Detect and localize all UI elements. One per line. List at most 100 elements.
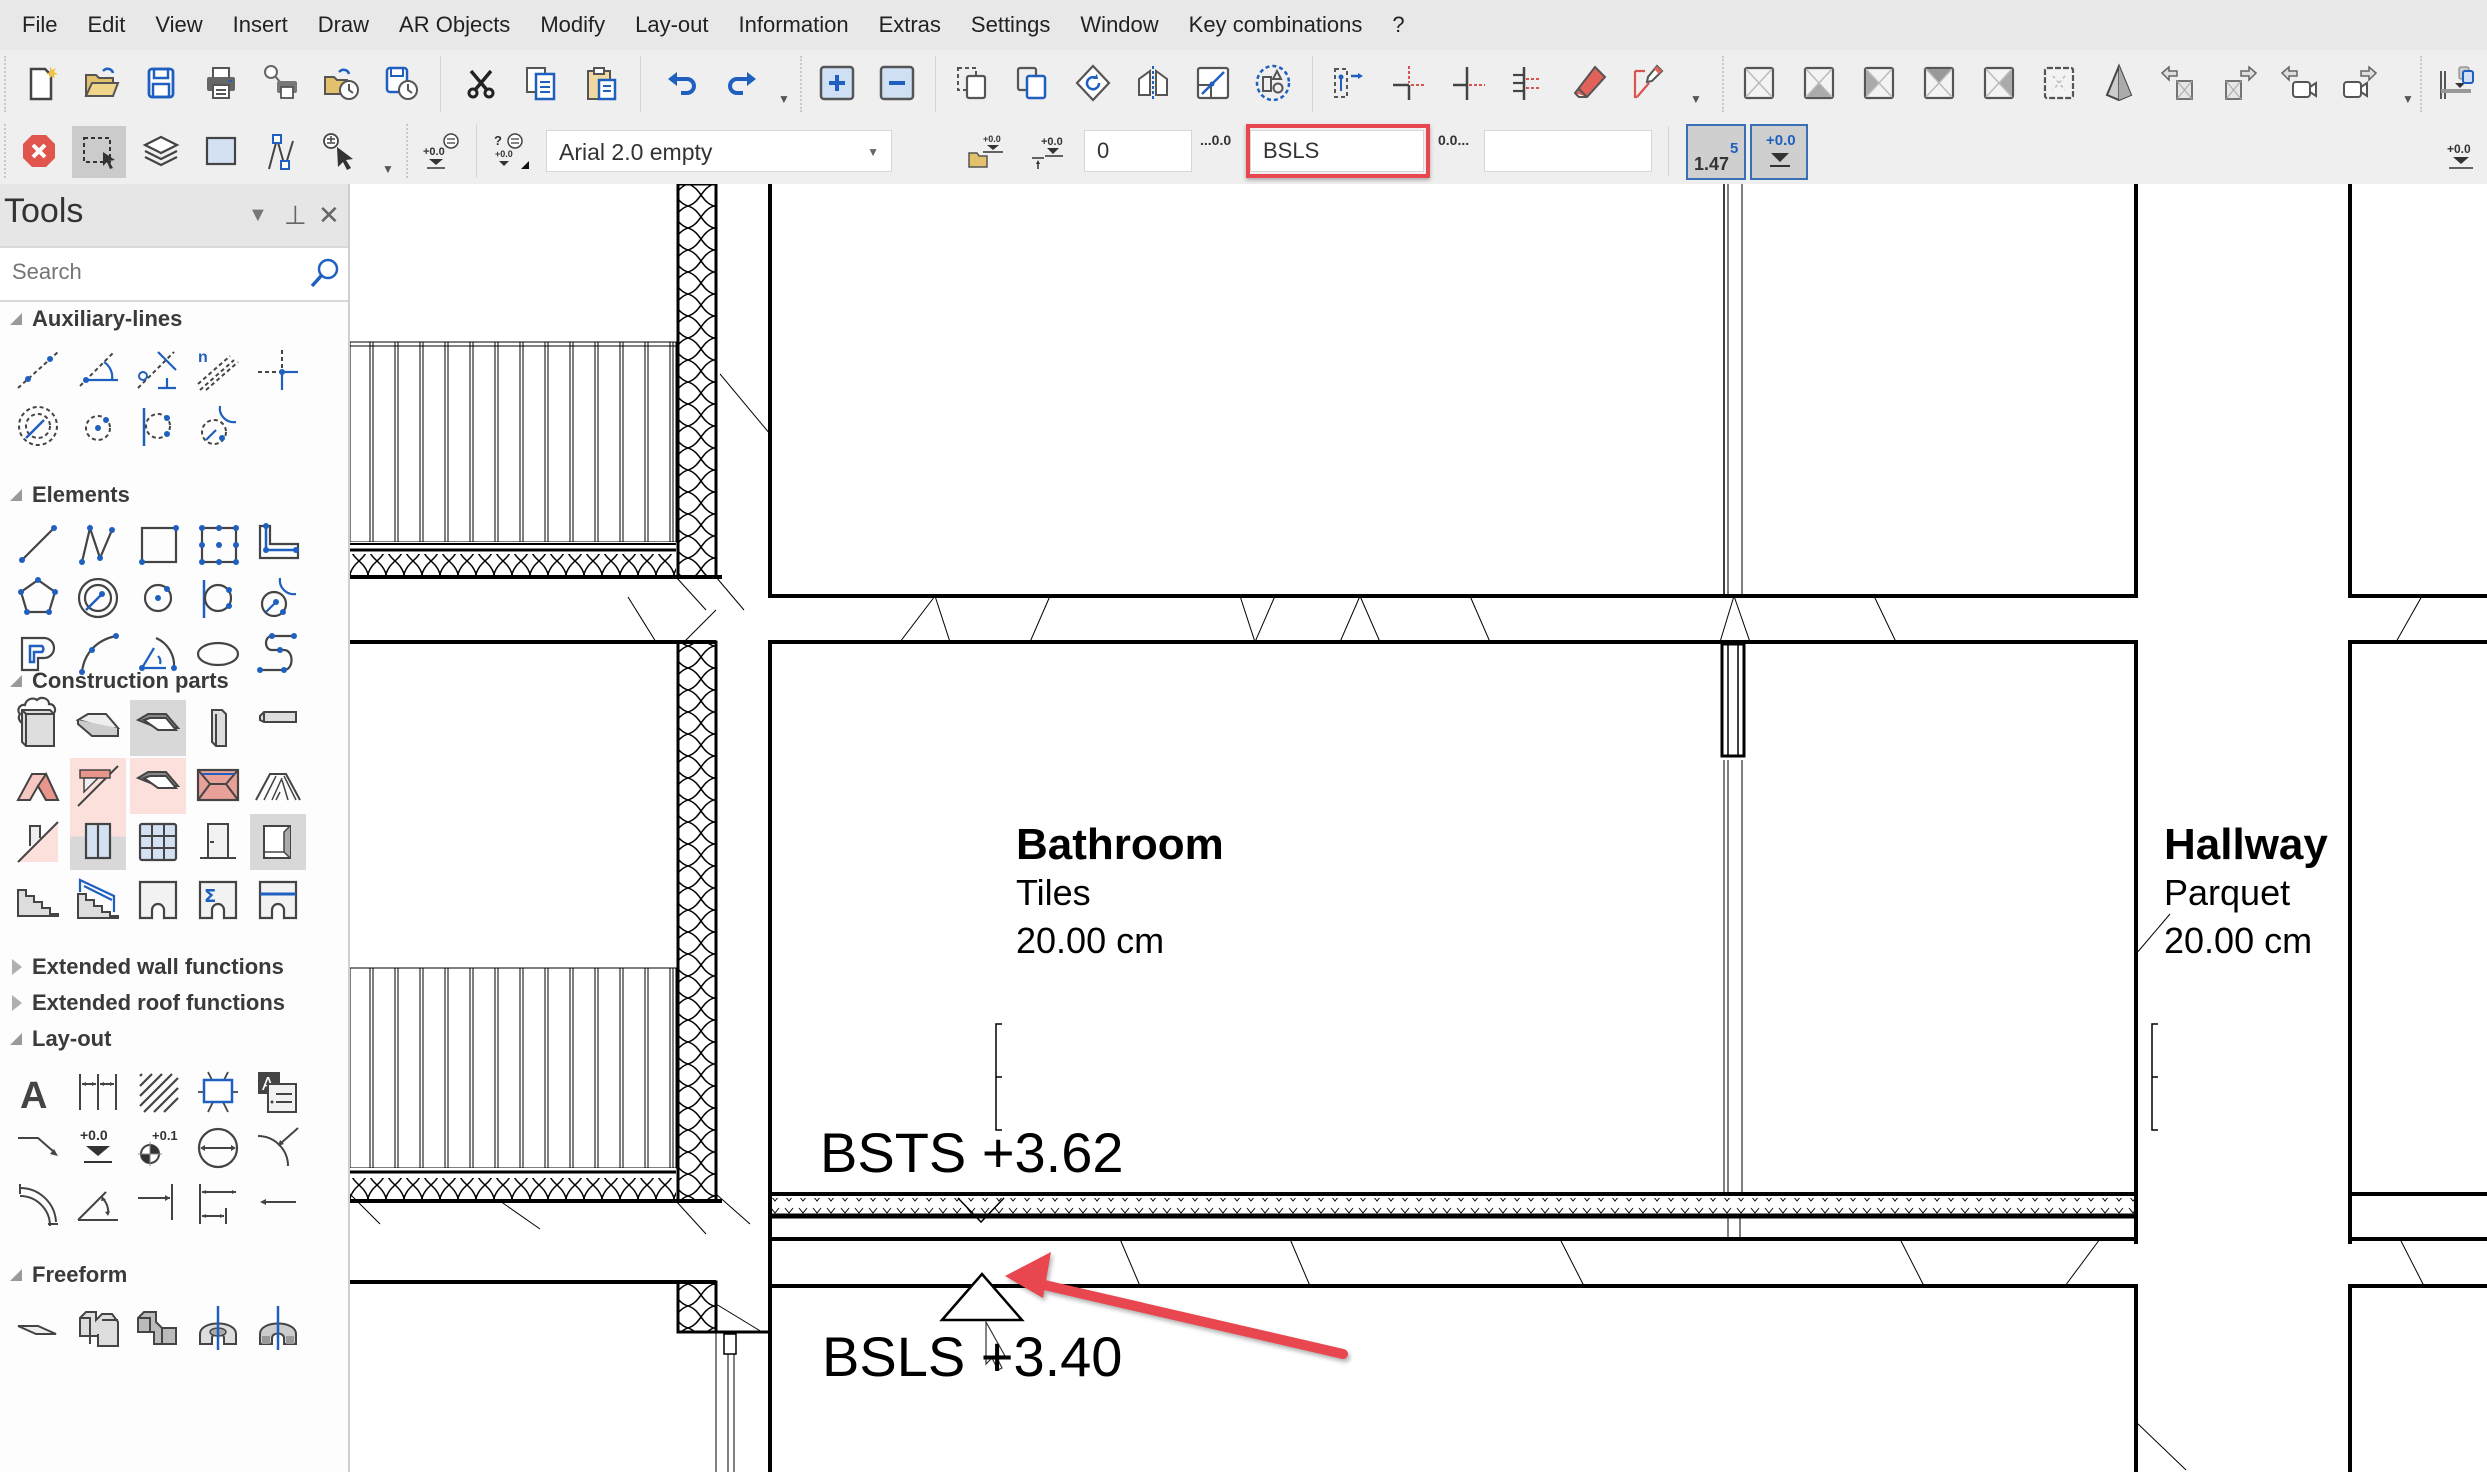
diameter-dimension-icon[interactable] (190, 1120, 246, 1176)
trim-line-icon[interactable] (1446, 60, 1492, 106)
room-label-bathroom[interactable]: Bathroom Tiles 20.00 cm (1016, 820, 1224, 962)
undo-icon[interactable] (660, 60, 706, 106)
revolve-solid-icon[interactable] (250, 1300, 306, 1356)
view-left-icon[interactable] (1856, 60, 1902, 106)
next-view-icon[interactable] (2216, 60, 2262, 106)
roof-window-icon[interactable] (70, 758, 126, 814)
single-dimension-icon[interactable] (130, 1176, 186, 1232)
height-input[interactable] (1084, 130, 1192, 172)
section-extended-roof-functions[interactable]: Extended roof functions (0, 990, 285, 1016)
edit-dropdown-icon[interactable]: ▼ (1690, 92, 1702, 106)
perspective-icon[interactable] (2096, 60, 2142, 106)
mirror-icon[interactable] (1130, 60, 1176, 106)
zoom-in-icon[interactable] (814, 60, 860, 106)
panel-menu-icon[interactable]: ▼ (248, 204, 268, 227)
menu-modify[interactable]: Modify (525, 0, 620, 50)
slab-opening-icon[interactable] (130, 700, 186, 756)
concentric-circle-icon[interactable] (70, 570, 126, 626)
menu-view[interactable]: View (140, 0, 217, 50)
roof-opening-icon[interactable] (130, 758, 186, 814)
aux-cross-icon[interactable] (250, 342, 306, 398)
wall-icon[interactable] (10, 700, 66, 756)
revolve-icon[interactable] (190, 1300, 246, 1356)
stairs-icon[interactable] (10, 872, 66, 928)
cancel-icon[interactable] (16, 128, 62, 174)
menu-edit[interactable]: Edit (72, 0, 140, 50)
hip-roof-icon[interactable] (190, 758, 246, 814)
menu-help[interactable]: ? (1377, 0, 1419, 50)
angle-dimension-icon[interactable] (70, 1176, 126, 1232)
view-dropdown-icon[interactable]: ▼ (2402, 92, 2414, 106)
group-icon[interactable] (1250, 60, 1296, 106)
aux-circle-tangent-icon[interactable] (130, 398, 186, 454)
arc-dimension-icon[interactable] (10, 1176, 66, 1232)
aux-line-icon[interactable] (10, 342, 66, 398)
section-construction-parts[interactable]: Construction parts (0, 668, 229, 694)
niche-icon[interactable] (250, 814, 306, 870)
freeform-surface-icon[interactable] (10, 1300, 66, 1356)
level-query-icon[interactable]: ? +0.0 (488, 128, 534, 174)
arc-circle-icon[interactable] (250, 570, 306, 626)
suffix-input[interactable] (1484, 130, 1652, 172)
aux-parallel-icon[interactable]: n (190, 342, 246, 398)
menu-file[interactable]: File (0, 0, 72, 50)
column-icon[interactable] (190, 700, 246, 756)
tangent-circle-icon[interactable] (190, 570, 246, 626)
extrude-solid-icon[interactable] (130, 1300, 186, 1356)
select-area-icon[interactable] (72, 126, 126, 178)
rafters-icon[interactable] (250, 758, 306, 814)
view-top-icon[interactable] (2036, 60, 2082, 106)
aux-circle-arc-icon[interactable] (190, 398, 246, 454)
arrow-left-icon[interactable] (250, 1176, 306, 1232)
eraser-icon[interactable] (1566, 60, 1612, 106)
beam-icon[interactable] (250, 700, 306, 756)
select-level-icon[interactable] (318, 128, 364, 174)
menu-information[interactable]: Information (724, 0, 864, 50)
align-move-icon[interactable] (1326, 60, 1372, 106)
view-back-icon[interactable] (1916, 60, 1962, 106)
polyline-icon[interactable] (70, 516, 126, 572)
baseline-dimension-icon[interactable] (190, 1176, 246, 1232)
split-line-icon[interactable] (1386, 60, 1432, 106)
curtain-wall-icon[interactable] (130, 814, 186, 870)
aux-angle-line-icon[interactable] (70, 342, 126, 398)
new-file-icon[interactable] (18, 60, 64, 106)
line-icon[interactable] (10, 516, 66, 572)
offset-polyline-icon[interactable] (250, 516, 306, 572)
search-input[interactable] (10, 258, 294, 286)
stairs-railing-icon[interactable] (70, 872, 126, 928)
close-icon[interactable]: ✕ (318, 200, 340, 231)
viewport-icon[interactable] (190, 1064, 246, 1120)
drawing-canvas[interactable]: Bathroom Tiles 20.00 cm Hallway Parquet … (350, 184, 2487, 1472)
paste-icon[interactable] (578, 60, 624, 106)
circle-icon[interactable] (130, 570, 186, 626)
menu-settings[interactable]: Settings (956, 0, 1066, 50)
open-recent-icon[interactable] (318, 60, 364, 106)
next-camera-icon[interactable] (2336, 60, 2382, 106)
level-offset-right-icon[interactable]: +0.0 (2440, 128, 2486, 174)
dimension-chain-icon[interactable] (70, 1064, 126, 1120)
print-preview-icon[interactable] (258, 60, 304, 106)
pin-icon[interactable]: ⊥ (284, 200, 307, 231)
level-from-folder-icon[interactable]: +0.0 (962, 128, 1008, 174)
font-style-select[interactable]: Arial 2.0 empty ▼ (546, 130, 892, 172)
rotate-icon[interactable] (1070, 60, 1116, 106)
layers-icon[interactable] (138, 128, 184, 174)
toolbar-grip[interactable] (4, 56, 6, 112)
print-icon[interactable] (198, 60, 244, 106)
level-marker-icon[interactable]: +0.0 (70, 1120, 126, 1176)
copy-object-icon[interactable] (1010, 60, 1056, 106)
edit-pen-icon[interactable] (1626, 60, 1672, 106)
level-label-bsts[interactable]: BSTS +3.62 (820, 1120, 1124, 1185)
level-toggle-button[interactable]: +0.0 (1750, 124, 1808, 180)
aux-concentric-circle-icon[interactable] (10, 398, 66, 454)
open-folder-icon[interactable] (78, 60, 124, 106)
extrude-icon[interactable] (70, 1300, 126, 1356)
section-elements[interactable]: Elements (0, 482, 130, 508)
level-marker-bsls[interactable] (939, 1272, 1025, 1322)
level-label-bsls[interactable]: BSLS +3.40 (822, 1324, 1122, 1389)
menu-draw[interactable]: Draw (303, 0, 384, 50)
previous-view-icon[interactable] (2156, 60, 2202, 106)
redo-icon[interactable] (718, 60, 764, 106)
room-level-icon[interactable] (250, 872, 306, 928)
